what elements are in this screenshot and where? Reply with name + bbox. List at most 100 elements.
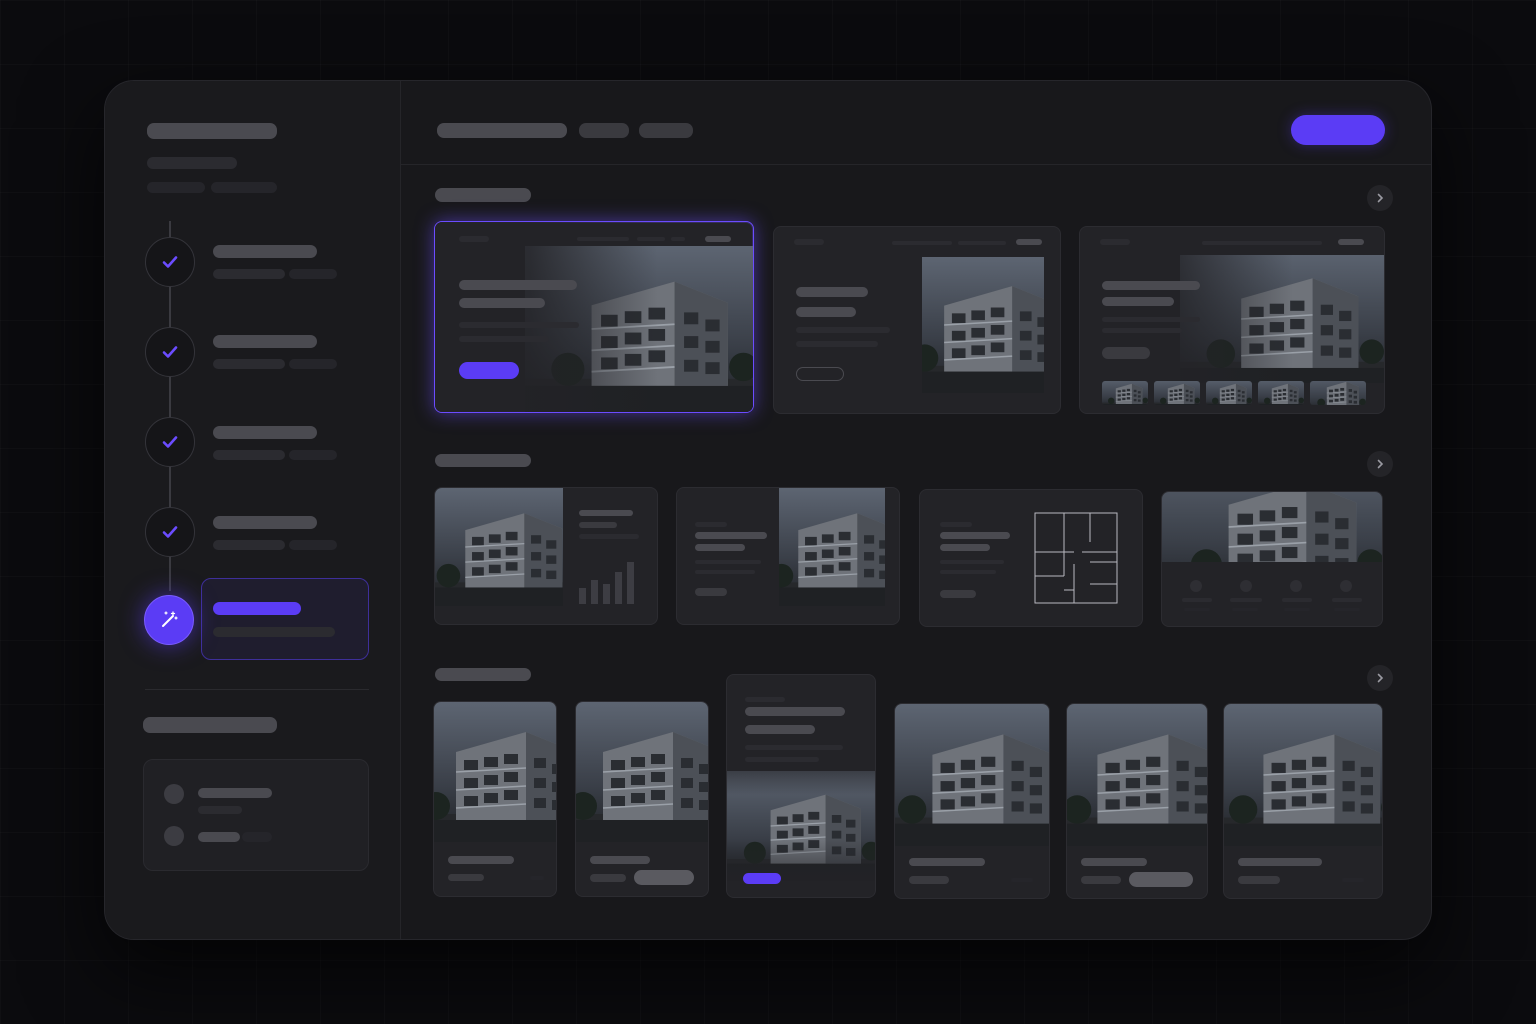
gallery-thumbnail[interactable] — [1310, 381, 1366, 405]
step-5[interactable] — [144, 595, 194, 645]
list-bullet — [164, 826, 184, 846]
sidebar-meta-placeholder — [147, 182, 205, 193]
card-title-placeholder — [909, 858, 985, 866]
gallery-card-2[interactable] — [575, 701, 709, 897]
step-1-title-placeholder — [213, 245, 317, 258]
hero-layout-card-2[interactable] — [773, 226, 1061, 414]
nav-button-placeholder — [705, 236, 731, 242]
chevron-right-icon — [1377, 673, 1384, 683]
gallery-thumbnail[interactable] — [1258, 381, 1304, 405]
nav-placeholder — [1202, 241, 1322, 245]
feature-icon — [1240, 580, 1252, 592]
headline-placeholder — [459, 280, 577, 290]
cta-button-placeholder — [459, 362, 519, 379]
cta-button-placeholder — [1102, 347, 1150, 359]
building-image — [576, 702, 709, 842]
main-content — [401, 81, 1431, 939]
text-placeholder — [1282, 598, 1312, 602]
step-1-desc-placeholder — [213, 269, 285, 279]
step-2-desc-placeholder — [213, 359, 285, 369]
headline-placeholder — [940, 532, 1010, 539]
section-3-next[interactable] — [1367, 665, 1393, 691]
text-placeholder — [1102, 317, 1200, 322]
text-placeholder — [459, 336, 549, 342]
info-line-placeholder — [198, 806, 242, 814]
breadcrumb-placeholder — [437, 123, 567, 138]
gallery-card-4[interactable] — [894, 703, 1050, 899]
nav-placeholder — [637, 237, 665, 241]
headline-placeholder — [695, 532, 767, 539]
active-step-panel[interactable] — [201, 578, 369, 660]
feature-icon — [1190, 580, 1202, 592]
nav-placeholder — [577, 237, 629, 241]
card-title-placeholder — [1238, 858, 1322, 866]
magic-wand-icon — [162, 611, 178, 627]
primary-action-button[interactable] — [1291, 115, 1385, 145]
text-placeholder — [796, 327, 890, 333]
card-meta-placeholder — [530, 876, 544, 880]
feature-layout-card-4[interactable] — [1161, 491, 1383, 627]
step-5-title-placeholder — [213, 602, 301, 615]
feature-icon — [1290, 580, 1302, 592]
gallery-card-1[interactable] — [433, 701, 557, 897]
step-4[interactable] — [145, 507, 195, 557]
section-1-next[interactable] — [1367, 185, 1393, 211]
gallery-card-6[interactable] — [1223, 703, 1383, 899]
hero-layout-card-3[interactable] — [1079, 226, 1385, 414]
feature-layout-card-3[interactable] — [919, 489, 1143, 627]
building-image — [434, 702, 557, 842]
step-1[interactable] — [145, 237, 195, 287]
text-placeholder — [940, 522, 972, 527]
floor-plan-icon — [1034, 512, 1118, 604]
text-placeholder — [745, 745, 843, 750]
hero-layout-card-1[interactable] — [434, 221, 754, 413]
text-placeholder — [1230, 598, 1262, 602]
text-placeholder — [796, 341, 878, 347]
headline-placeholder — [745, 707, 845, 716]
card-title-placeholder — [590, 856, 650, 864]
headline-placeholder — [1102, 297, 1174, 306]
text-placeholder — [1332, 598, 1362, 602]
feature-layout-card-2[interactable] — [676, 487, 900, 625]
step-2[interactable] — [145, 327, 195, 377]
info-line-placeholder — [198, 788, 272, 798]
gallery-thumbnail[interactable] — [1154, 381, 1200, 405]
text-placeholder — [579, 522, 617, 528]
text-placeholder — [695, 570, 755, 574]
gallery-card-3[interactable] — [726, 674, 876, 898]
info-line-placeholder — [198, 832, 240, 842]
bar-chart-icon — [579, 562, 634, 604]
card-title-placeholder — [1081, 858, 1147, 866]
sidebar-divider — [145, 689, 369, 690]
cta-button-placeholder — [940, 590, 976, 598]
nav-button-placeholder — [1338, 239, 1364, 245]
section-2-next[interactable] — [1367, 451, 1393, 477]
sidebar-subtitle-placeholder — [147, 157, 237, 169]
check-icon — [162, 526, 178, 538]
check-icon — [162, 436, 178, 448]
feature-layout-card-1[interactable] — [434, 487, 658, 625]
step-3[interactable] — [145, 417, 195, 467]
step-2-desc-placeholder — [289, 359, 337, 369]
text-placeholder — [695, 522, 727, 527]
gallery-card-5[interactable] — [1066, 703, 1208, 899]
building-image — [1067, 704, 1208, 846]
card-title-placeholder — [448, 856, 514, 864]
step-4-desc-placeholder — [289, 540, 337, 550]
gallery-thumbnail[interactable] — [1102, 381, 1148, 405]
text-placeholder — [1102, 328, 1182, 333]
card-meta-placeholder — [909, 876, 949, 884]
building-image — [922, 257, 1044, 393]
headline-placeholder — [796, 307, 856, 317]
text-placeholder — [745, 697, 785, 702]
list-bullet — [164, 784, 184, 804]
headline-placeholder — [695, 544, 745, 551]
breadcrumb-placeholder — [639, 123, 693, 138]
cta-button-placeholder — [695, 588, 727, 596]
gallery-thumbnail[interactable] — [1206, 381, 1252, 405]
nav-placeholder — [892, 241, 952, 245]
building-image — [1162, 492, 1383, 562]
check-icon — [162, 256, 178, 268]
logo-placeholder — [794, 239, 824, 245]
nav-button-placeholder — [1016, 239, 1042, 245]
